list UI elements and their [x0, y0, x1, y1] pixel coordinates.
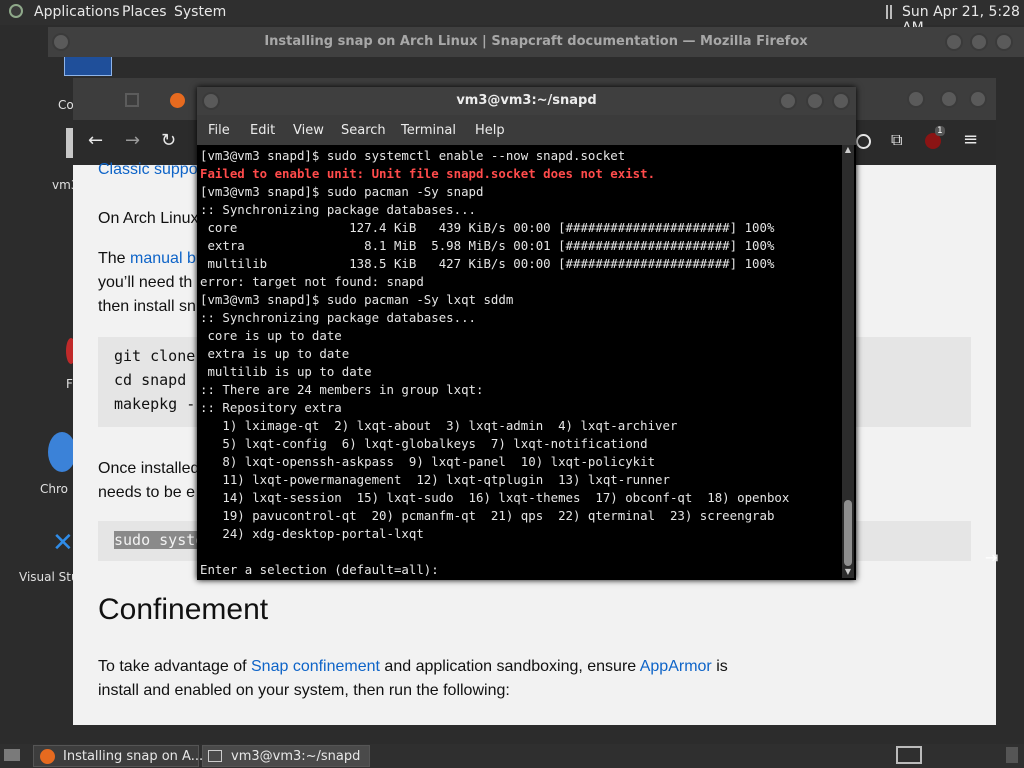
account-icon[interactable] — [856, 134, 871, 149]
close-button[interactable] — [995, 33, 1013, 51]
menu-help[interactable]: Help — [475, 123, 505, 138]
close-button[interactable] — [969, 90, 987, 108]
firefox-view-icon[interactable] — [125, 93, 139, 107]
section-heading: Confinement — [98, 593, 269, 626]
terminal-error-line: Failed to enable unit: Unit file snapd.s… — [200, 166, 656, 181]
maximize-button[interactable] — [940, 90, 958, 108]
terminal-line: core is up to date — [200, 328, 342, 343]
terminal-window[interactable]: vm3@vm3:~/snapd File Edit View Search Te… — [197, 87, 856, 580]
paragraph-text: you’ll need th — [98, 274, 193, 291]
menu-file[interactable]: File — [208, 123, 230, 138]
taskbar-item-terminal[interactable]: vm3@vm3:~/snapd — [202, 745, 370, 767]
terminal-line: core 127.4 KiB 439 KiB/s 00:00 [########… — [200, 220, 775, 235]
terminal-line: error: target not found: snapd — [200, 274, 424, 289]
menu-terminal[interactable]: Terminal — [401, 123, 456, 138]
maximize-button[interactable] — [970, 33, 988, 51]
firefox-logo-icon — [40, 749, 55, 764]
terminal-titlebar[interactable]: vm3@vm3:~/snapd — [197, 87, 856, 115]
terminal-line: Enter a selection (default=all): — [200, 562, 447, 577]
reload-icon[interactable]: ↻ — [161, 130, 176, 151]
scrollbar-thumb[interactable] — [844, 500, 852, 566]
taskbar-item-firefox[interactable]: Installing snap on A... — [33, 745, 203, 767]
desktop-icon-label[interactable]: F — [66, 377, 73, 391]
code-line: makepkg - — [114, 395, 196, 413]
paragraph-text: The manual bu — [98, 250, 205, 267]
menu-search[interactable]: Search — [341, 123, 386, 138]
terminal-line: 1) lximage-qt 2) lxqt-about 3) lxqt-admi… — [200, 418, 678, 433]
menu-view[interactable]: View — [293, 123, 324, 138]
terminal-line: :: Repository extra — [200, 400, 342, 415]
paragraph-text: then install sn — [98, 298, 196, 315]
minimize-button[interactable] — [945, 33, 963, 51]
panel-separator-icon — [886, 5, 892, 19]
forward-icon[interactable]: → — [125, 130, 140, 151]
chrome-icon[interactable] — [48, 432, 76, 472]
paragraph-text: needs to be e — [98, 484, 195, 501]
terminal-line: :: There are 24 members in group lxqt: — [200, 382, 484, 397]
resize-cursor-icon: ⇥ — [985, 548, 999, 567]
paragraph-text: On Arch Linux — [98, 210, 199, 227]
scroll-up-icon[interactable]: ▲ — [842, 145, 854, 155]
terminal-line: multilib 138.5 KiB 427 KiB/s 00:00 [####… — [200, 256, 775, 271]
extension-badge: 1 — [935, 126, 945, 136]
taskbar-item-label: vm3@vm3:~/snapd — [231, 749, 361, 764]
menu-system[interactable]: System — [174, 4, 226, 20]
terminal-line: 8) lxqt-openssh-askpass 9) lxqt-panel 10… — [200, 454, 656, 469]
scroll-down-icon[interactable]: ▼ — [842, 567, 854, 577]
extensions-icon[interactable]: ⧉ — [891, 130, 902, 150]
paragraph-text: To take advantage of Snap confinement an… — [98, 658, 728, 675]
distro-logo-icon[interactable] — [9, 4, 23, 18]
terminal-line: extra 8.1 MiB 5.98 MiB/s 00:01 [########… — [200, 238, 775, 253]
top-panel: Applications Places System Sun Apr 21, 5… — [0, 0, 1024, 36]
menu-places[interactable]: Places — [122, 4, 167, 20]
show-desktop-icon[interactable] — [4, 749, 20, 761]
terminal-line: 24) xdg-desktop-portal-lxqt — [200, 526, 424, 541]
maximize-button[interactable] — [806, 92, 824, 110]
menu-applications[interactable]: Applications — [34, 4, 120, 20]
terminal-icon — [208, 750, 222, 762]
terminal-line: :: Synchronizing package databases... — [200, 202, 477, 217]
terminal-line: 19) pavucontrol-qt 20) pcmanfm-qt 21) qp… — [200, 508, 775, 523]
terminal-line: multilib is up to date — [200, 364, 372, 379]
taskbar-item-label: Installing snap on A... — [63, 749, 204, 764]
terminal-scrollbar[interactable]: ▲ ▼ — [842, 145, 854, 578]
back-icon[interactable]: ← — [88, 130, 103, 151]
workspace-switcher[interactable] — [896, 746, 922, 764]
desktop-icon-label[interactable]: Co — [58, 98, 74, 112]
code-line: cd snapd — [114, 371, 187, 389]
terminal-line: 11) lxqt-powermanagement 12) lxqt-qtplug… — [200, 472, 670, 487]
manual-build-link[interactable]: manual bu — [130, 250, 205, 267]
classic-support-link[interactable]: Classic suppor — [98, 158, 203, 182]
paragraph-text: install and enabled on your system, then… — [98, 682, 510, 699]
terminal-line: :: Synchronizing package databases... — [200, 310, 477, 325]
code-line-selected: sudo syste — [114, 531, 205, 549]
firefox-logo-icon — [170, 93, 185, 108]
terminal-output[interactable]: [vm3@vm3 snapd]$ sudo systemctl enable -… — [200, 147, 840, 577]
terminal-menubar: File Edit View Search Terminal Help — [197, 115, 856, 145]
minimize-button[interactable] — [907, 90, 925, 108]
hamburger-menu-icon[interactable]: ≡ — [963, 129, 978, 150]
desktop-icon-label[interactable]: Chro — [40, 482, 68, 496]
terminal-line: [vm3@vm3 snapd]$ sudo pacman -Sy lxqt sd… — [200, 292, 514, 307]
menu-edit[interactable]: Edit — [250, 123, 275, 138]
minimize-button[interactable] — [779, 92, 797, 110]
window-title: Installing snap on Arch Linux | Snapcraf… — [264, 34, 808, 49]
desktop-icon-label[interactable]: Visual Stu — [19, 570, 79, 584]
close-button[interactable] — [832, 92, 850, 110]
taskbar: Installing snap on A... vm3@vm3:~/snapd — [0, 744, 1024, 768]
code-line: git clone — [114, 347, 196, 365]
terminal-line: 5) lxqt-config 6) lxqt-globalkeys 7) lxq… — [200, 436, 648, 451]
terminal-title: vm3@vm3:~/snapd — [456, 93, 597, 108]
paragraph-text: Once installed — [98, 460, 200, 477]
snap-confinement-link[interactable]: Snap confinement — [251, 658, 380, 675]
terminal-line: [vm3@vm3 snapd]$ sudo pacman -Sy snapd — [200, 184, 484, 199]
vscode-icon[interactable]: ✕ — [52, 530, 74, 556]
terminal-line: 14) lxqt-session 15) lxqt-sudo 16) lxqt-… — [200, 490, 790, 505]
firefox-window-back[interactable]: Installing snap on Arch Linux | Snapcraf… — [48, 27, 1024, 57]
trash-icon[interactable] — [1006, 747, 1018, 763]
apparmor-link[interactable]: AppArmor — [640, 658, 712, 675]
terminal-line: extra is up to date — [200, 346, 350, 361]
terminal-line: [vm3@vm3 snapd]$ sudo systemctl enable -… — [200, 148, 626, 163]
